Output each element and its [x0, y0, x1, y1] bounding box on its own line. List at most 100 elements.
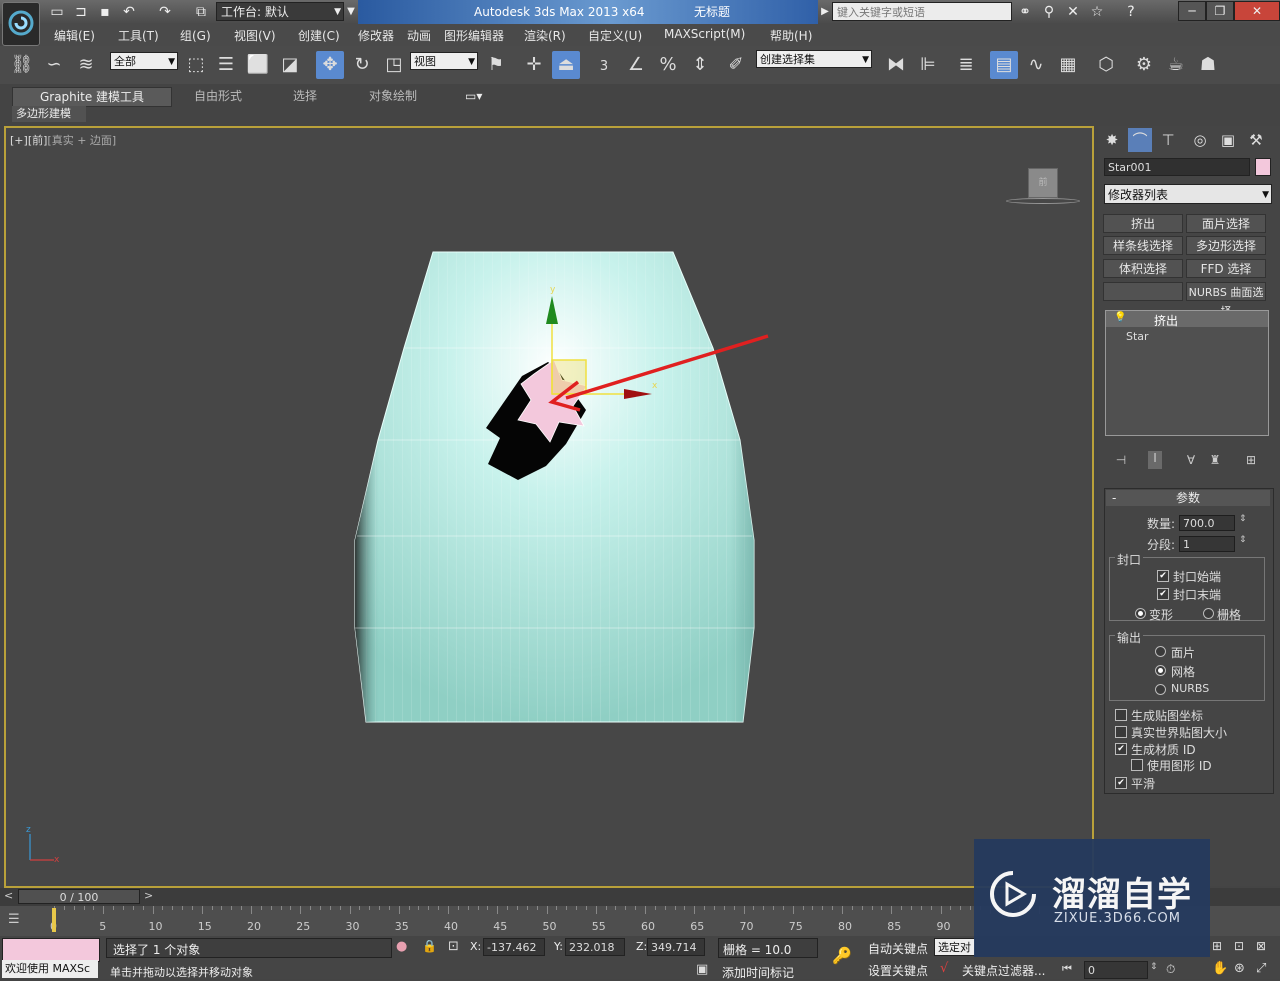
workspace-dropdown[interactable]: 工作台: 默认 ▼ [216, 2, 344, 21]
amount-spinner[interactable]: 700.0 [1179, 515, 1235, 531]
maxscript-color-swatch[interactable] [2, 938, 100, 962]
nurbs-radio[interactable] [1155, 684, 1166, 695]
menu-maxscript[interactable]: MAXScript(M) [664, 27, 745, 41]
maxscript-listener[interactable]: 欢迎使用 MAXSc [2, 960, 98, 978]
communication-icon[interactable]: ✕ [1064, 3, 1082, 21]
remove-modifier-icon[interactable]: ♜ [1208, 453, 1222, 467]
patch-radio[interactable] [1155, 646, 1166, 657]
modifier-list-dropdown[interactable]: 修改器列表 ▼ [1104, 184, 1272, 204]
grid-radio[interactable] [1203, 608, 1214, 619]
select-object-icon[interactable]: ⬚ [182, 51, 210, 79]
search-input[interactable]: 键入关键字或短语 [832, 2, 1012, 21]
rendered-frame-window-icon[interactable]: ☕ [1162, 51, 1190, 79]
maximize-viewport-icon[interactable]: ⊠ [1256, 939, 1266, 953]
selection-lock-icon[interactable]: 🔒 [422, 939, 437, 953]
spinner-arrows-icon[interactable]: ⇕ [1239, 514, 1247, 524]
time-cursor[interactable] [52, 908, 56, 932]
named-selection-dropdown[interactable]: 创建选择集 ▼ [756, 50, 872, 68]
cap-end-checkbox[interactable]: ✔ [1157, 588, 1169, 600]
favorites-star-icon[interactable]: ☆ [1088, 3, 1106, 21]
angle-snap-icon[interactable]: ∠ [622, 51, 650, 79]
menu-modifiers[interactable]: 修改器 [358, 27, 394, 44]
mirror-icon[interactable]: ⧓ [882, 51, 910, 79]
subscription-icon[interactable]: ⚲ [1040, 3, 1058, 21]
poly-select-button[interactable]: 多边形选择 [1186, 236, 1266, 255]
time-tag-icon[interactable]: ▣ [696, 962, 708, 977]
menu-tools[interactable]: 工具(T) [118, 27, 159, 44]
binoculars-icon[interactable]: ⚭ [1016, 3, 1034, 21]
help-icon[interactable]: ? [1122, 3, 1140, 21]
menu-group[interactable]: 组(G) [180, 27, 211, 44]
menu-create[interactable]: 创建(C) [298, 27, 340, 44]
current-frame-field[interactable]: 0 [1084, 961, 1148, 979]
make-unique-icon[interactable]: ∀ [1184, 453, 1198, 467]
pin-stack-icon[interactable]: ⊣ [1114, 453, 1128, 467]
menu-help[interactable]: 帮助(H) [770, 27, 812, 44]
menu-edit[interactable]: 编辑(E) [54, 27, 95, 44]
tab-freeform[interactable]: 自由形式 [194, 87, 242, 105]
modifier-stack[interactable]: 💡 挤出 Star [1105, 310, 1269, 436]
menu-customize[interactable]: 自定义(U) [588, 27, 642, 44]
select-by-name-icon[interactable]: ☰ [212, 51, 240, 79]
motion-panel-icon[interactable]: ◎ [1188, 128, 1212, 152]
selection-filter-dropdown[interactable]: 全部 ▼ [110, 52, 178, 70]
show-end-result-icon[interactable]: Ⅰ [1148, 451, 1162, 469]
patch-select-button[interactable]: 面片选择 [1186, 214, 1266, 233]
curve-editor-icon[interactable]: ∿ [1022, 51, 1050, 79]
new-file-icon[interactable]: ▭ [48, 3, 66, 21]
zoom-extents-icon[interactable]: ⊞ [1212, 939, 1222, 953]
spinner-snap-icon[interactable]: ⇕ [686, 51, 714, 79]
snaps-toggle-icon[interactable]: 3 [590, 51, 618, 79]
key-filters-button[interactable]: 关键点过滤器... [962, 962, 1045, 979]
extrude-mod-button[interactable]: 挤出 [1103, 214, 1183, 233]
unlink-icon[interactable]: ∽ [40, 51, 68, 79]
select-scale-icon[interactable]: ◳ [380, 51, 408, 79]
parameters-header[interactable]: - 参数 [1106, 490, 1270, 506]
segments-spinner[interactable]: 1 [1179, 536, 1235, 552]
empty-mod-button[interactable] [1103, 282, 1183, 301]
menu-views[interactable]: 视图(V) [234, 27, 276, 44]
reference-coord-dropdown[interactable]: 视图 ▼ [410, 52, 478, 70]
menu-animation[interactable]: 动画 [407, 27, 431, 44]
morph-radio[interactable] [1135, 608, 1146, 619]
link-icon[interactable]: ⛓ [8, 51, 36, 79]
pan-view-icon[interactable]: ✋ [1212, 961, 1228, 976]
isolate-selection-icon[interactable]: ● [396, 939, 407, 954]
lightbulb-icon[interactable]: 💡 [1114, 312, 1126, 323]
expand-arrow-icon[interactable]: ▶ [820, 3, 830, 21]
set-key-button[interactable]: 设置关键点 [868, 962, 928, 979]
gen-map-coords-checkbox[interactable] [1115, 709, 1127, 721]
frame-spinner-icon[interactable]: ⇕ [1150, 962, 1158, 972]
save-file-icon[interactable]: ▪ [96, 3, 114, 21]
window-crossing-icon[interactable]: ◪ [276, 51, 304, 79]
viewport-front[interactable]: [+][前][真实 + 边面] 前 y x z x [4, 126, 1094, 888]
time-slider-thumb[interactable]: 0 / 100 [18, 889, 140, 904]
volume-select-button[interactable]: 体积选择 [1103, 259, 1183, 278]
spinner-arrows-icon[interactable]: ⇕ [1239, 535, 1247, 545]
auto-key-button[interactable]: 自动关键点 [868, 940, 928, 957]
menu-rendering[interactable]: 渲染(R) [524, 27, 566, 44]
select-manipulate-icon[interactable]: ✛ [520, 51, 548, 79]
utilities-panel-icon[interactable]: ⚒ [1244, 128, 1268, 152]
display-panel-icon[interactable]: ▣ [1216, 128, 1240, 152]
ribbon-options-icon[interactable]: ▭▾ [465, 87, 482, 105]
minimize-button[interactable]: ─ [1178, 1, 1206, 21]
stack-item-star[interactable]: Star [1126, 330, 1149, 343]
time-config-icon[interactable]: ⏱ [1166, 962, 1175, 977]
next-frame-icon[interactable]: > [144, 889, 153, 902]
menu-graph-editors[interactable]: 图形编辑器 [444, 27, 504, 44]
smooth-checkbox[interactable]: ✔ [1115, 777, 1127, 789]
close-button[interactable]: ✕ [1234, 1, 1280, 21]
percent-snap-icon[interactable]: % [654, 51, 682, 79]
modify-panel-icon[interactable]: ⌒ [1128, 128, 1152, 152]
scene-canvas[interactable]: y x z x [6, 128, 1094, 888]
real-world-map-checkbox[interactable] [1115, 726, 1127, 738]
add-time-tag[interactable]: 添加时间标记 [722, 964, 794, 981]
orbit-icon[interactable]: ⊛ [1234, 961, 1245, 976]
render-setup-icon[interactable]: ⚙ [1130, 51, 1158, 79]
keyboard-shortcut-override-icon[interactable]: ⏏ [552, 51, 580, 79]
object-name-field[interactable]: Star001 [1104, 158, 1250, 176]
select-rotate-icon[interactable]: ↻ [348, 51, 376, 79]
render-production-icon[interactable]: ☗ [1194, 51, 1222, 79]
mesh-radio[interactable] [1155, 665, 1166, 676]
